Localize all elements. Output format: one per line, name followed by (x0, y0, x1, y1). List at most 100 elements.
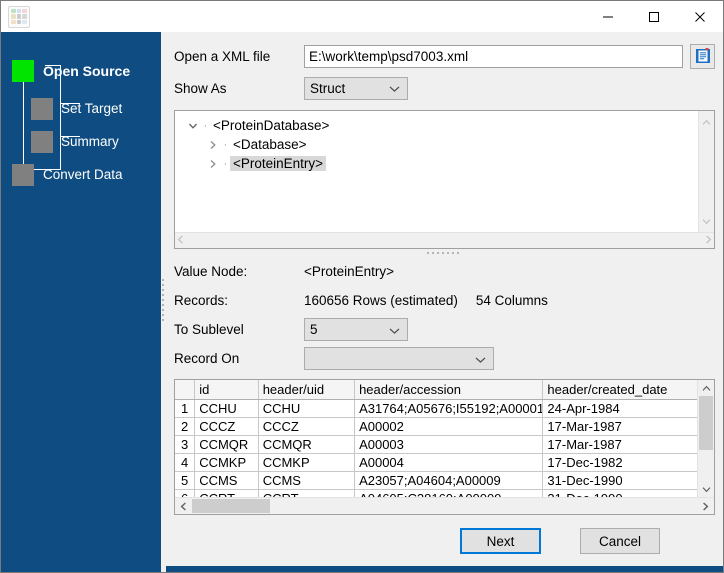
table-row[interactable]: 6 CCRT CCRT A04605;C28160;A00009 31-Dec-… (175, 489, 697, 498)
table-row[interactable]: 5 CCMS CCMS A23057;A04604;A00009 31-Dec-… (175, 471, 697, 490)
cell-accession: A00002 (354, 417, 544, 436)
table-row[interactable]: 4 CCMKP CCMKP A00004 17-Dec-1982 17-Dec-… (175, 453, 697, 472)
table-row[interactable]: 2 CCCZ CCCZ A00002 17-Mar-1987 17-Mar-19… (175, 417, 697, 436)
table-body: 1 CCHU CCHU A31764;A05676;I55192;A00001 … (175, 399, 697, 498)
close-icon (695, 11, 705, 22)
scroll-up-icon[interactable] (702, 113, 711, 131)
document-browse-icon (695, 48, 710, 63)
sidebar-item-label: Convert Data (43, 167, 123, 182)
sidebar-item-summary[interactable]: Summary (1, 125, 161, 158)
preview-grid-panel: id header/uid header/accession header/cr… (174, 379, 715, 516)
tree-node-protein-entry[interactable]: · <ProteinEntry> (179, 154, 698, 173)
chevron-right-icon[interactable] (205, 140, 221, 150)
table-row[interactable]: 3 CCMQR CCMQR A00003 17-Mar-1987 17-Mar-… (175, 435, 697, 454)
cell-id: CCMKP (194, 453, 259, 472)
cell-created-date: 17-Dec-1982 (542, 453, 697, 472)
dialog-footer: Next Cancel ? Help (166, 515, 723, 567)
source-form: Open a XML file E:\work\temp\psd7003.xml (166, 32, 723, 104)
tree-dot: · (203, 119, 208, 132)
grid-vertical-scrollbar[interactable] (697, 380, 714, 498)
scroll-left-icon[interactable] (175, 502, 192, 511)
record-on-select[interactable] (304, 347, 494, 371)
chevron-down-icon[interactable] (185, 121, 201, 131)
chevron-down-icon (389, 81, 400, 96)
cell-uid: CCCZ (258, 417, 356, 436)
scroll-left-icon[interactable] (177, 231, 184, 249)
cell-accession: A23057;A04604;A00009 (354, 471, 544, 490)
tree-vertical-scrollbar[interactable] (698, 111, 714, 232)
scroll-right-icon[interactable] (705, 231, 712, 249)
node-info: Value Node: <ProteinEntry> Records: 1606… (166, 257, 723, 373)
chevron-right-icon[interactable] (205, 159, 221, 169)
value-node-value: <ProteinEntry> (304, 264, 395, 280)
splitter-grip (427, 252, 462, 255)
grid-horizontal-scrollbar[interactable] (175, 497, 714, 515)
cell-uid: CCHU (258, 399, 356, 418)
preview-grid-scrollarea[interactable]: id header/uid header/accession header/cr… (175, 380, 697, 498)
sidebar-item-label: Open Source (43, 62, 131, 79)
cell-created-date: 17-Mar-1987 (542, 417, 697, 436)
splitter-grip (162, 279, 165, 325)
show-as-select[interactable]: Struct (304, 76, 408, 100)
tree-dot: · (223, 157, 228, 170)
xml-tree[interactable]: · <ProteinDatabase> · <Database> · <Prot… (175, 111, 698, 232)
sidebar-item-open-source[interactable]: Open Source (1, 54, 161, 87)
tree-node-protein-database[interactable]: · <ProteinDatabase> (179, 116, 698, 135)
sidebar-item-convert-data[interactable]: Convert Data (1, 158, 161, 191)
row-number: 3 (175, 435, 196, 454)
sublevel-select[interactable]: 5 (304, 318, 408, 342)
cancel-button[interactable]: Cancel (580, 528, 660, 555)
cell-id: CCMQR (194, 435, 259, 454)
cell-created-date: 24-Apr-1984 (542, 399, 697, 418)
cell-id: CCRT (194, 489, 259, 498)
step-marker-summary (31, 130, 53, 153)
content-panel: Open a XML file E:\work\temp\psd7003.xml (166, 32, 723, 572)
sublevel-label: To Sublevel (174, 322, 244, 338)
show-as-value: Struct (310, 80, 346, 96)
column-header-uid[interactable]: header/uid (258, 380, 356, 400)
scroll-up-icon[interactable] (702, 380, 711, 396)
cell-uid: CCMQR (258, 435, 356, 454)
tree-node-database[interactable]: · <Database> (179, 135, 698, 154)
records-row: Records: 160656 Rows (estimated) 54 Colu… (174, 286, 715, 315)
tree-horizontal-scrollbar[interactable] (175, 231, 714, 249)
xml-tree-panel: · <ProteinDatabase> · <Database> · <Prot… (174, 110, 715, 249)
file-path-input[interactable]: E:\work\temp\psd7003.xml (304, 44, 683, 68)
column-header-rownum (175, 380, 196, 400)
close-button[interactable] (677, 1, 723, 32)
cell-accession: A00004 (354, 453, 544, 472)
table-row[interactable]: 1 CCHU CCHU A31764;A05676;I55192;A00001 … (175, 399, 697, 418)
cell-id: CCHU (194, 399, 259, 418)
browse-button[interactable] (690, 43, 715, 69)
sidebar-item-set-target[interactable]: Set Target (1, 92, 161, 125)
scroll-down-icon[interactable] (702, 212, 711, 230)
next-button[interactable]: Next (460, 528, 541, 555)
cell-id: CCCZ (194, 417, 259, 436)
wizard-steps: Open Source Set Target Summary Convert D… (1, 32, 161, 186)
sublevel-row: To Sublevel 5 (174, 315, 715, 344)
grid-vscroll-thumb[interactable] (699, 396, 713, 451)
main-window: Open Source Set Target Summary Convert D… (0, 0, 724, 573)
scroll-right-icon[interactable] (697, 502, 714, 511)
column-header-created-date[interactable]: header/created_date (542, 380, 697, 400)
maximize-button[interactable] (631, 1, 677, 32)
column-header-id[interactable]: id (194, 380, 259, 400)
horizontal-splitter[interactable] (166, 249, 723, 257)
row-number: 5 (175, 471, 196, 490)
show-as-label: Show As (174, 80, 227, 96)
row-number: 6 (175, 489, 196, 498)
row-number: 4 (175, 453, 196, 472)
sidebar-item-label: Summary (61, 134, 119, 149)
scroll-down-icon[interactable] (702, 481, 711, 497)
file-label: Open a XML file (174, 48, 271, 64)
grid-hscroll-thumb[interactable] (192, 499, 270, 514)
chevron-down-icon (389, 322, 400, 337)
sidebar-item-label: Set Target (61, 101, 123, 116)
cell-uid: CCRT (258, 489, 356, 498)
table-header-row: id header/uid header/accession header/cr… (175, 380, 697, 400)
minimize-button[interactable] (585, 1, 631, 32)
column-header-accession[interactable]: header/accession (354, 380, 544, 400)
vertical-splitter[interactable] (161, 32, 166, 572)
tree-node-label: <Database> (233, 137, 307, 152)
tree-dot: · (223, 138, 228, 151)
